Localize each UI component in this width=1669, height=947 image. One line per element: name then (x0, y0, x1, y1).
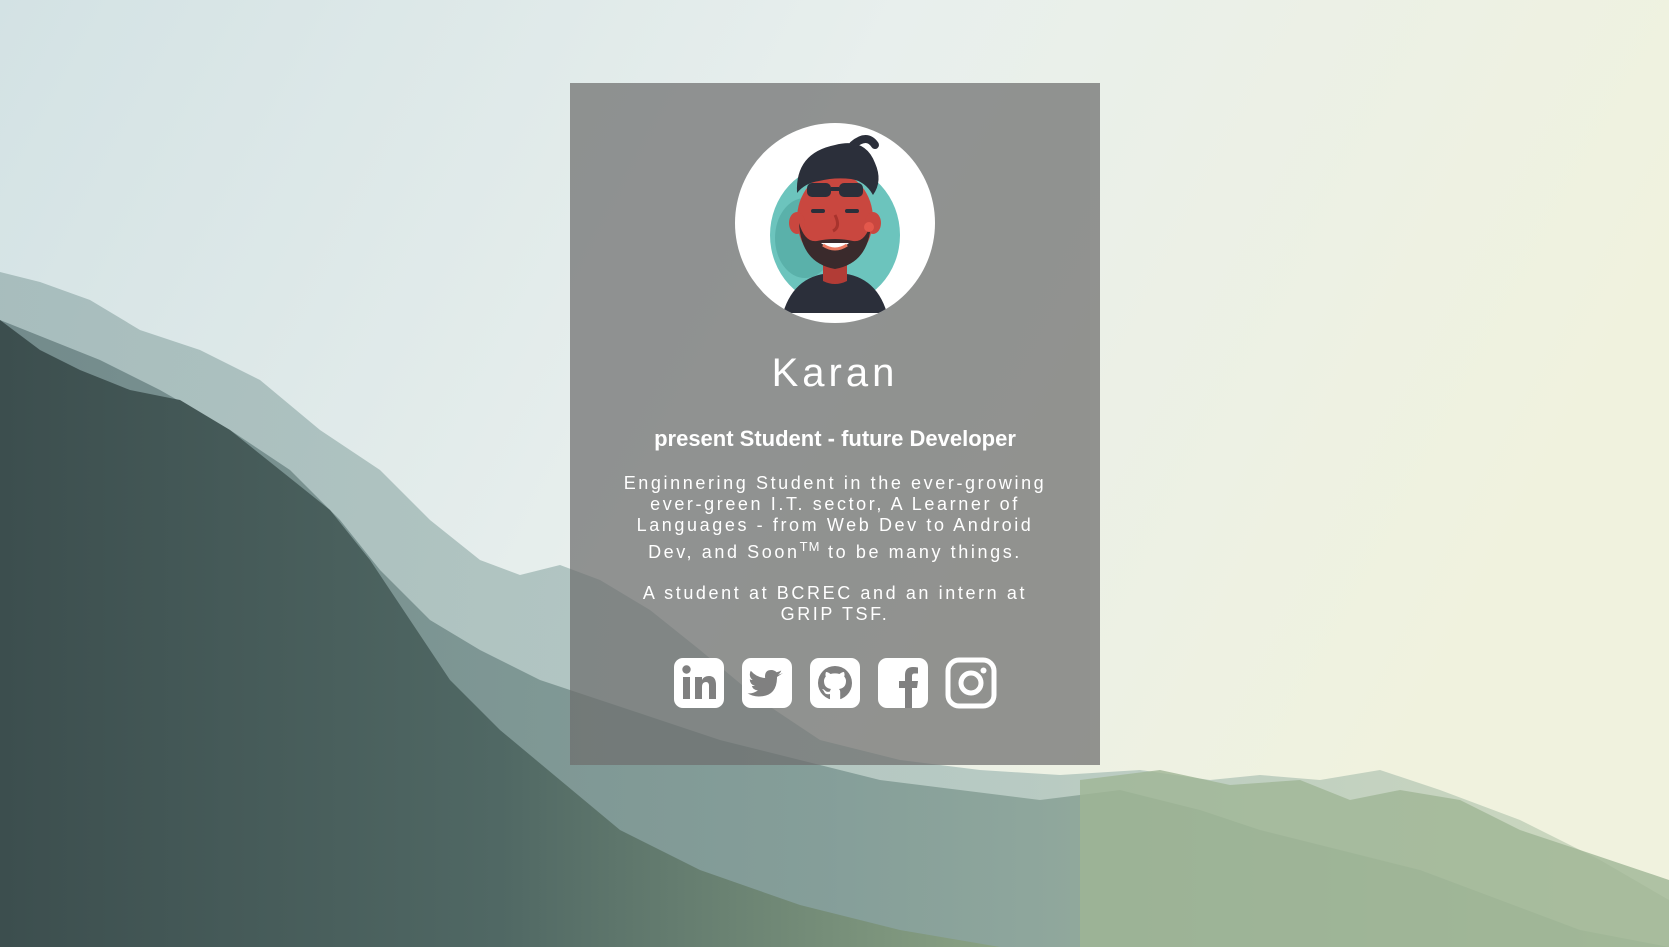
trademark-superscript: TM (799, 539, 821, 554)
profile-tagline: present Student - future Developer (654, 426, 1016, 451)
profile-intern-info: A student at BCREC and an intern at GRIP… (642, 583, 1028, 624)
linkedin-link[interactable] (673, 657, 725, 709)
profile-card: Karan present Student - future Developer… (570, 83, 1100, 765)
github-link[interactable] (809, 657, 861, 709)
instagram-link[interactable] (945, 657, 997, 709)
twitter-icon (742, 658, 792, 708)
facebook-link[interactable] (877, 657, 929, 709)
avatar-illustration (770, 135, 900, 313)
github-icon (810, 658, 860, 708)
profile-name: Karan (771, 351, 899, 395)
instagram-icon (945, 657, 997, 709)
bio-text-end: to be many things. (820, 542, 1022, 562)
linkedin-icon (674, 658, 724, 708)
twitter-link[interactable] (741, 657, 793, 709)
profile-bio: Enginnering Student in the ever-growing … (610, 473, 1060, 563)
avatar (735, 123, 935, 323)
facebook-icon (878, 658, 928, 708)
social-links (570, 657, 1100, 709)
